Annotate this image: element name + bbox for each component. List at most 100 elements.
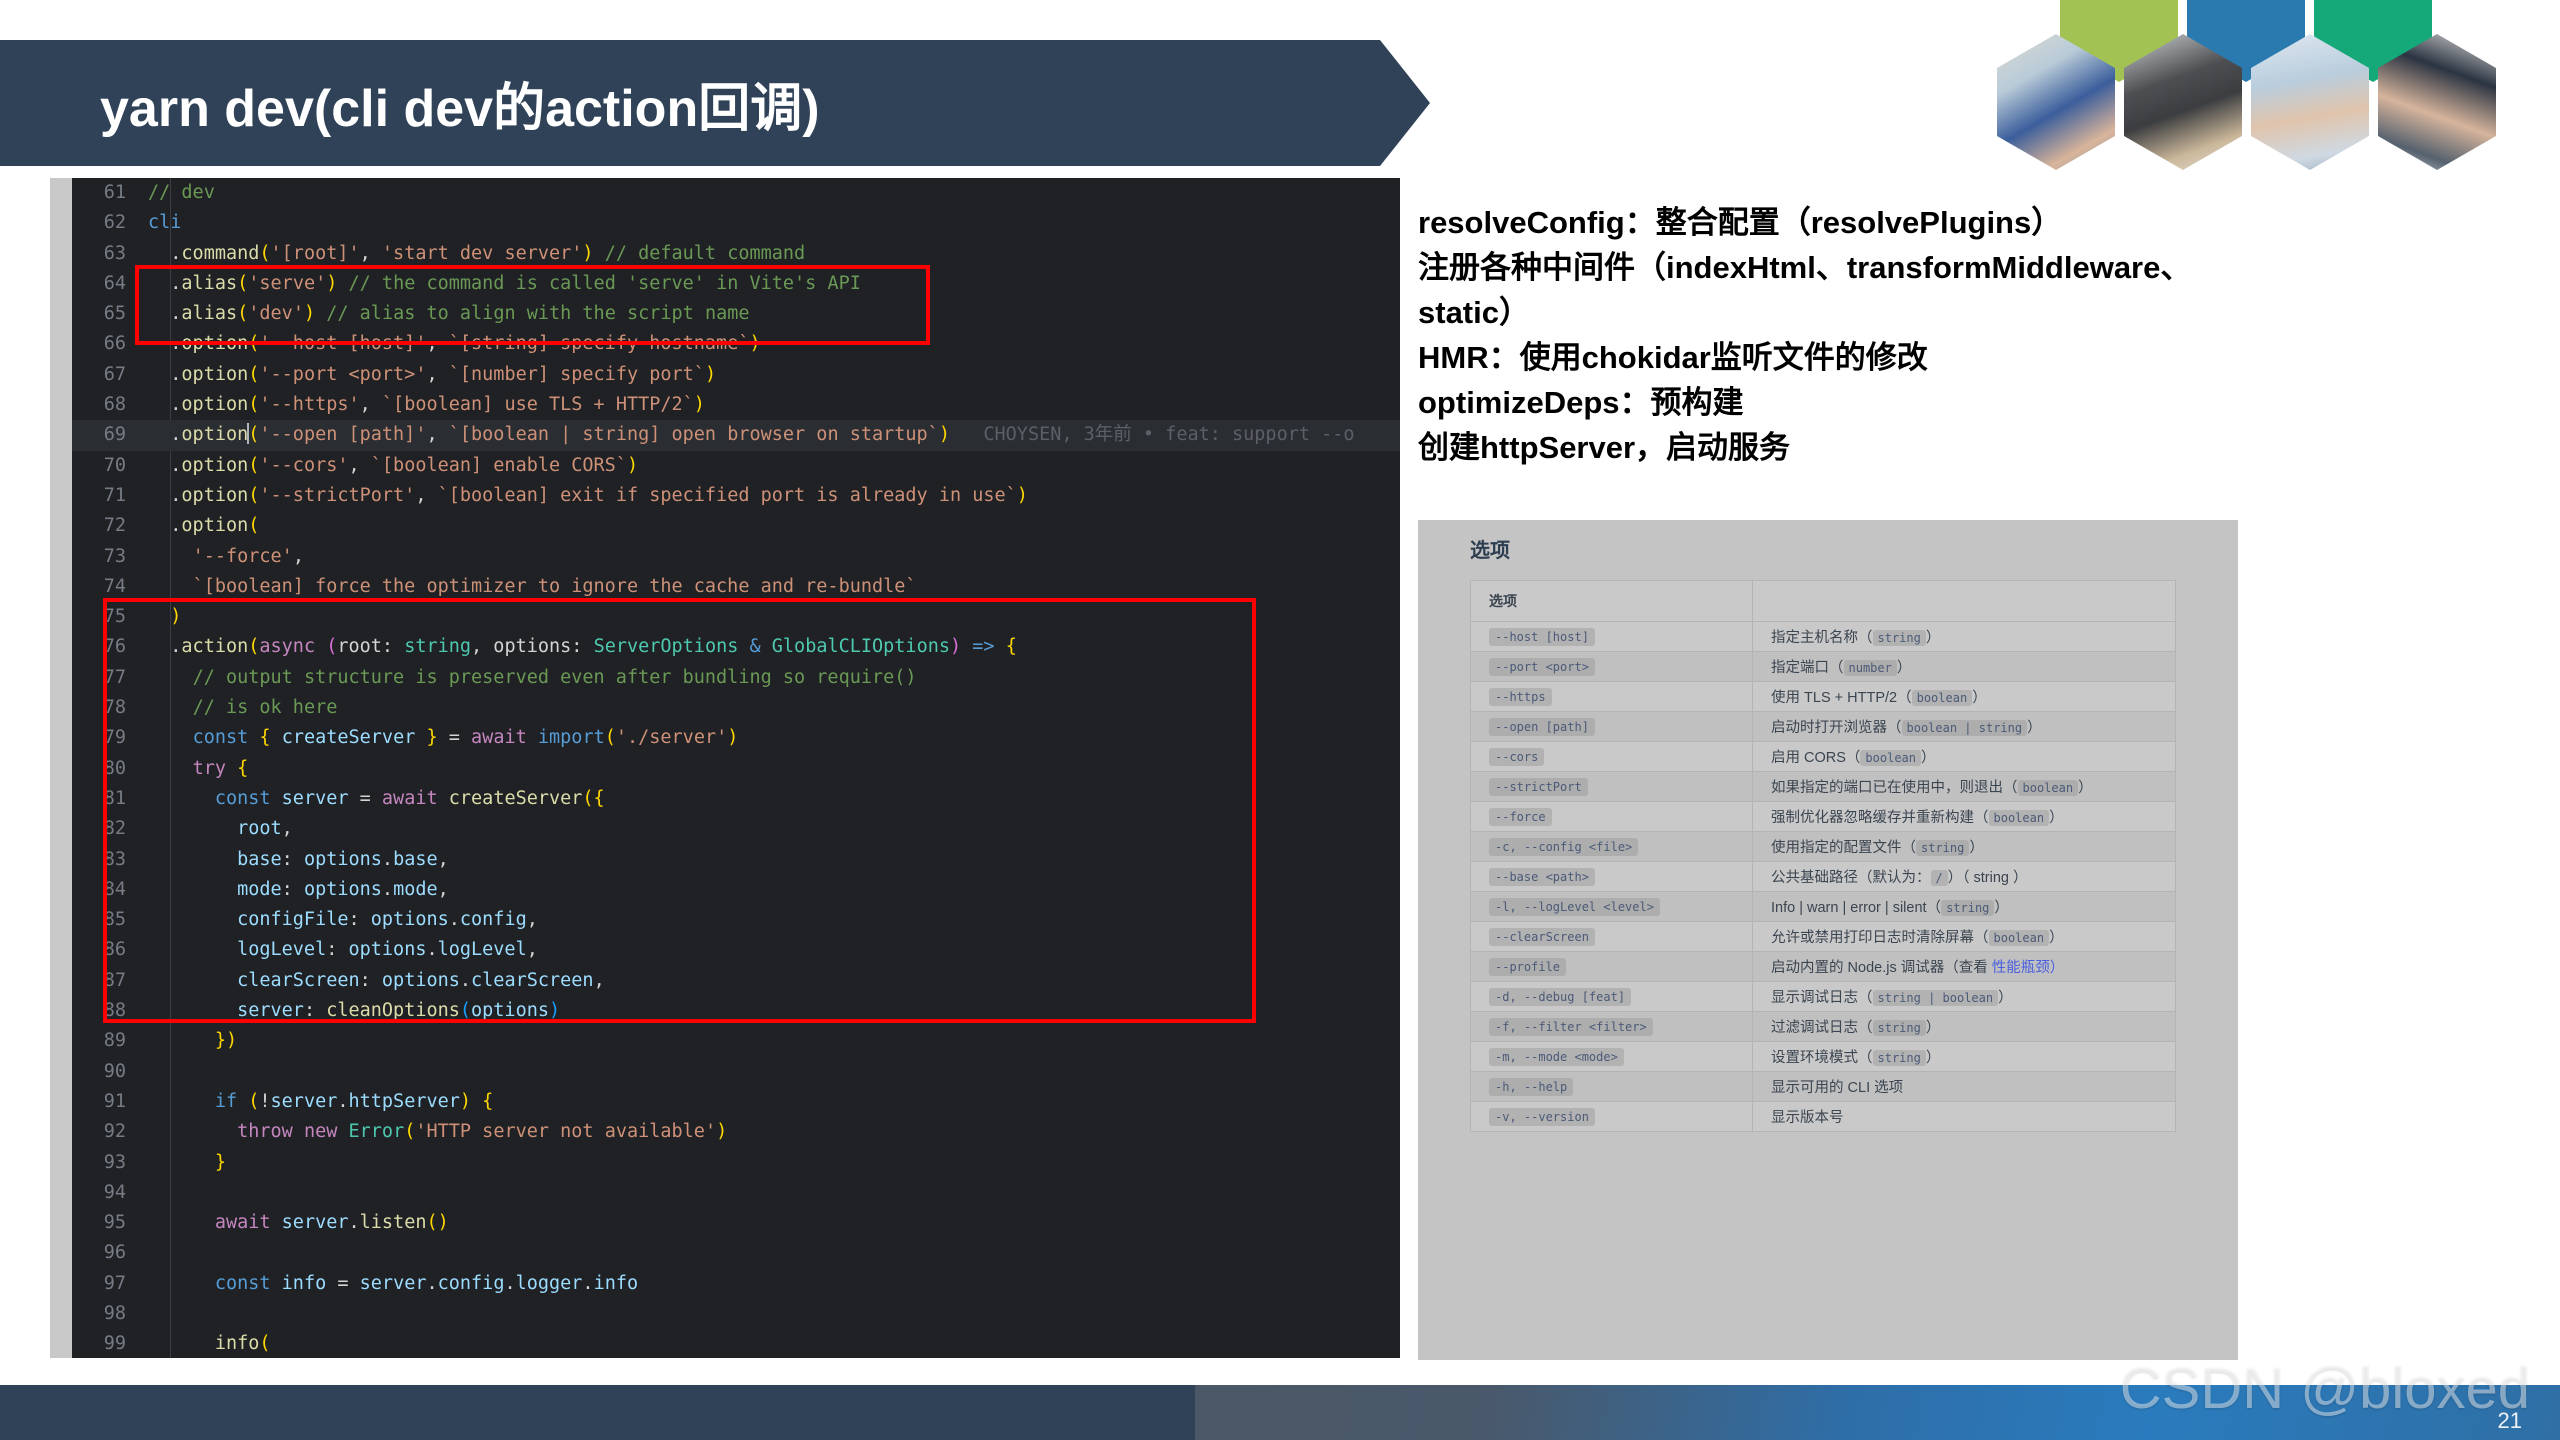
note-line: HMR：使用chokidar监听文件的修改 bbox=[1418, 340, 1928, 375]
options-table-screenshot: 选项 选项 --host [host] 指定主机名称（ string） --port … bbox=[1418, 520, 2238, 1360]
table-row: -c, --config <file> 使用指定的配置文件（ string） bbox=[1470, 831, 2176, 862]
code-line: 78 // is ok here bbox=[72, 693, 1400, 723]
option-type: boolean | string bbox=[1901, 720, 2028, 736]
csdn-watermark: CSDN @bloxed bbox=[2119, 1356, 2530, 1421]
option-flag: --force bbox=[1489, 807, 1552, 826]
table-row: --strictPort 如果指定的端口已在使用中，则退出（ boolean） bbox=[1470, 771, 2176, 802]
option-description-cell: 指定端口（ number） bbox=[1752, 651, 2176, 682]
option-type: boolean bbox=[1988, 810, 2050, 826]
code-line: 61// dev bbox=[72, 178, 1400, 208]
option-type: boolean bbox=[2017, 780, 2079, 796]
option-description: 指定主机名称（ string） bbox=[1771, 630, 1941, 646]
table-row: -v, --version 显示版本号 bbox=[1470, 1101, 2176, 1132]
line-number: 82 bbox=[103, 818, 126, 840]
note-line: resolveConfig：整合配置（resolvePlugins） bbox=[1418, 205, 2063, 240]
table-header-row: 选项 bbox=[1470, 580, 2176, 622]
option-description-cell: 使用指定的配置文件（ string） bbox=[1752, 831, 2176, 862]
hexagon-photo-collage bbox=[1930, 0, 2560, 190]
code-line: 99 info( bbox=[72, 1329, 1400, 1358]
table-row: --host [host] 指定主机名称（ string） bbox=[1470, 621, 2176, 652]
option-description-suffix: ） bbox=[2078, 780, 2093, 796]
option-description-cell: Info | warn | error | silent（ string） bbox=[1752, 891, 2176, 922]
line-number: 67 bbox=[103, 363, 126, 385]
option-flag-cell: --base <path> bbox=[1470, 861, 1753, 892]
code-line: 79 const { createServer } = await import… bbox=[72, 723, 1400, 753]
option-type: string bbox=[1941, 900, 1995, 916]
option-flag-cell: --https bbox=[1470, 681, 1753, 712]
doc-link[interactable]: 性能瓶颈） bbox=[1992, 960, 2065, 976]
code-line: 91 if (!server.httpServer) { bbox=[72, 1087, 1400, 1117]
line-number: 65 bbox=[103, 303, 126, 325]
line-number: 94 bbox=[103, 1181, 126, 1203]
line-number: 68 bbox=[103, 394, 126, 416]
option-description: Info | warn | error | silent（ string） bbox=[1771, 900, 2009, 916]
option-description-suffix: ） bbox=[1896, 660, 1912, 676]
table-header-desc bbox=[1752, 580, 2176, 622]
option-description-cell: 设置环境模式（ string） bbox=[1752, 1041, 2176, 1072]
option-description-cell: 使用 TLS + HTTP/2（ boolean） bbox=[1752, 681, 2176, 712]
line-number: 61 bbox=[103, 182, 126, 203]
line-number: 86 bbox=[103, 939, 126, 961]
option-flag-cell: --host [host] bbox=[1470, 621, 1753, 652]
option-description: 如果指定的端口已在使用中，则退出（ boolean） bbox=[1771, 780, 2093, 796]
table-row: --open [path] 启动时打开浏览器（ boolean | string） bbox=[1470, 711, 2176, 742]
code-line: 86 logLevel: options.logLevel, bbox=[72, 935, 1400, 965]
code-screenshot-frame: 61// dev 62 cli 63 .command('[root]', 'st… bbox=[50, 178, 1400, 1358]
options-table: 选项 --host [host] 指定主机名称（ string） --port <po… bbox=[1470, 580, 2176, 1132]
option-description-cell: 强制优化器忽略缓存并重新构建（ boolean） bbox=[1752, 801, 2176, 832]
option-description-suffix: ） bbox=[2049, 930, 2064, 946]
code-line: 77 // output structure is preserved even… bbox=[72, 663, 1400, 693]
table-row: --clearScreen 允许或禁用打印日志时清除屏幕（ boolean） bbox=[1470, 921, 2176, 952]
line-number: 74 bbox=[103, 575, 126, 597]
table-row: --cors 启用 CORS（ boolean） bbox=[1470, 741, 2176, 772]
option-type: boolean bbox=[1911, 690, 1973, 706]
line-number: 85 bbox=[103, 909, 126, 931]
option-description: 过滤调试日志（ string） bbox=[1771, 1020, 1941, 1036]
option-description-cell: 显示版本号 bbox=[1752, 1101, 2176, 1132]
note-line: 创建httpServer，启动服务 bbox=[1418, 430, 1791, 465]
code-line: 67 .option('--port <port>', `[number] sp… bbox=[72, 360, 1400, 390]
option-description-suffix: ） bbox=[1998, 990, 2013, 1006]
code-line: 63 .command('[root]', 'start dev server'… bbox=[72, 239, 1400, 269]
option-description: 显示可用的 CLI 选项 bbox=[1771, 1080, 1904, 1096]
option-description-suffix: ） bbox=[1925, 630, 1941, 646]
option-description: 启用 CORS（ boolean） bbox=[1771, 750, 1936, 766]
option-flag-cell: --strictPort bbox=[1470, 771, 1753, 802]
option-description-suffix: ） bbox=[1994, 900, 2009, 916]
line-number: 84 bbox=[103, 878, 126, 900]
code-line: 76 .action(async (root: string, options:… bbox=[72, 632, 1400, 662]
option-description: 启动内置的 Node.js 调试器（查看 性能瓶颈） bbox=[1771, 960, 2065, 976]
option-type: boolean bbox=[1988, 930, 2050, 946]
code-line: 81 const server = await createServer({ bbox=[72, 784, 1400, 814]
option-flag: --base <path> bbox=[1489, 867, 1595, 886]
code-editor[interactable]: 61// dev 62 cli 63 .command('[root]', 'st… bbox=[72, 178, 1400, 1358]
code-line: 88 server: cleanOptions(options) bbox=[72, 996, 1400, 1026]
option-flag-cell: --force bbox=[1470, 801, 1753, 832]
option-flag-cell: --clearScreen bbox=[1470, 921, 1753, 952]
code-line: 90 bbox=[72, 1057, 1400, 1087]
line-number: 95 bbox=[103, 1212, 126, 1234]
notes-block: resolveConfig：整合配置（resolvePlugins） 注册各种中… bbox=[1418, 200, 2538, 470]
options-table-body: --host [host] 指定主机名称（ string） --port <port>… bbox=[1470, 621, 2176, 1132]
option-description: 显示调试日志（ string | boolean） bbox=[1771, 990, 2013, 1006]
table-row: -f, --filter <filter> 过滤调试日志（ string） bbox=[1470, 1011, 2176, 1042]
option-flag: --host [host] bbox=[1489, 627, 1595, 646]
git-blame-annotation: CHOYSEN, 3年前 • feat: support --o bbox=[983, 424, 1355, 446]
code-line-active: 69 .option('--open [path]', `[boolean | … bbox=[72, 420, 1400, 451]
line-number: 87 bbox=[103, 969, 126, 991]
line-number: 72 bbox=[103, 515, 126, 537]
option-description-cell: 显示可用的 CLI 选项 bbox=[1752, 1071, 2176, 1102]
code-line: 73 '--force', bbox=[72, 542, 1400, 572]
code-line: 68 .option('--https', `[boolean] use TLS… bbox=[72, 390, 1400, 420]
option-description-suffix: ） bbox=[1972, 690, 1987, 706]
code-line: 62 cli bbox=[72, 208, 1400, 238]
options-heading: 选项 bbox=[1470, 540, 1510, 562]
option-type: / bbox=[1930, 870, 1948, 886]
option-flag: --https bbox=[1489, 687, 1552, 706]
option-flag-cell: -h, --help bbox=[1470, 1071, 1753, 1102]
code-line: 83 base: options.base, bbox=[72, 845, 1400, 875]
code-line: 65 .alias('dev') // alias to align with … bbox=[72, 299, 1400, 329]
option-type: string bbox=[1872, 1050, 1926, 1066]
option-description-suffix: ）（ string ） bbox=[1947, 870, 2028, 886]
note-line: 注册各种中间件（indexHtml、transformMiddleware、 bbox=[1418, 250, 2192, 285]
